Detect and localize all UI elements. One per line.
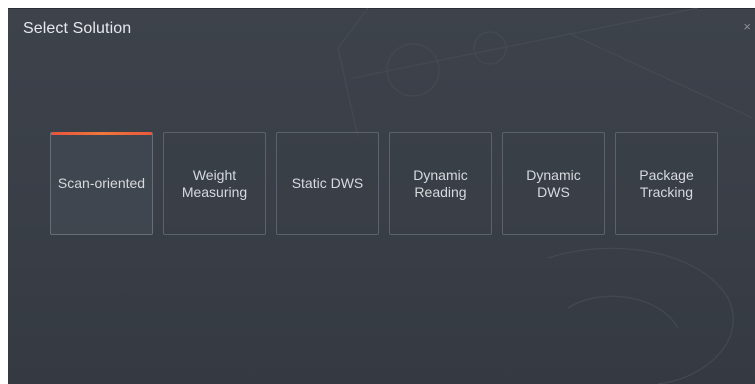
tile-label: Weight Measuring [181,166,248,200]
tile-label: Dynamic Reading [413,166,468,200]
tile-static-dws[interactable]: Static DWS [276,132,379,235]
tile-package-tracking[interactable]: Package Tracking [615,132,718,235]
tile-weight-measuring[interactable]: Weight Measuring [163,132,266,235]
tile-label: Static DWS [291,175,364,191]
tile-label: Scan-oriented [57,175,146,191]
dialog-top-border [8,8,755,9]
tile-dynamic-reading[interactable]: Dynamic Reading [389,132,492,235]
tile-label: Dynamic DWS [526,166,581,200]
tile-scan-oriented[interactable]: Scan-oriented [50,132,153,235]
select-solution-dialog: Select Solution × Scan-oriented Weight Me… [8,8,755,384]
tile-dynamic-dws[interactable]: Dynamic DWS [502,132,605,235]
solution-tiles: Scan-oriented Weight Measuring Static DWS… [50,132,718,235]
active-accent-bar [51,132,152,135]
dialog-title: Select Solution [23,20,132,37]
close-icon[interactable]: × [743,20,751,34]
tile-label: Package Tracking [639,166,694,200]
